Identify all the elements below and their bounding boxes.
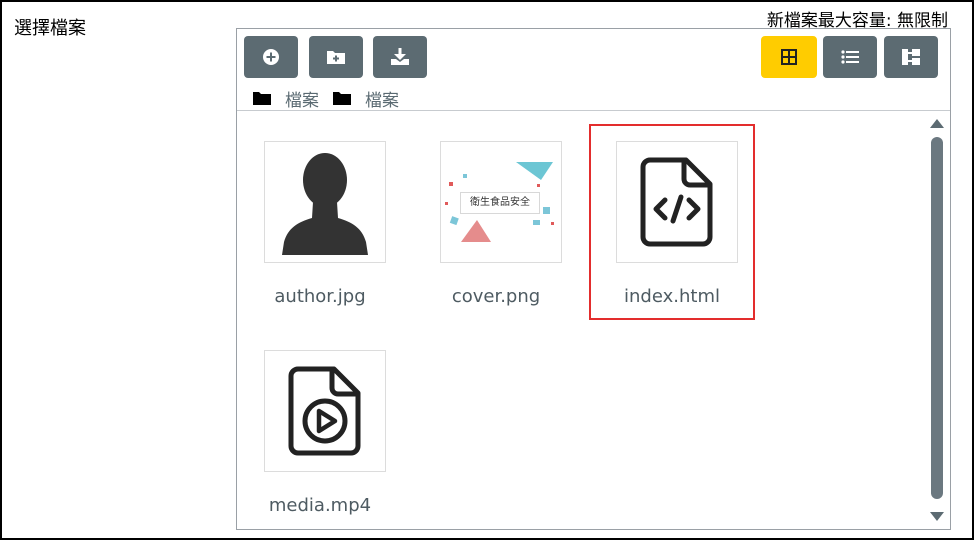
scroll-up-arrow-icon[interactable] — [930, 119, 944, 128]
file-thumbnail — [264, 350, 386, 472]
select-file-label: 選擇檔案 — [14, 18, 86, 39]
breadcrumb-label: 檔案 — [285, 90, 319, 111]
scrollbar[interactable] — [927, 115, 947, 525]
breadcrumb-item[interactable]: 檔案 — [253, 86, 319, 111]
video-file-icon — [288, 366, 361, 456]
folder-icon — [253, 92, 271, 105]
file-manager: 檔案 檔案 author.jpg 衛生食品安全 cover.png index.… — [236, 28, 951, 530]
grid-view-button[interactable] — [761, 36, 817, 78]
file-name: cover.png — [451, 286, 541, 307]
file-thumbnail — [264, 141, 386, 263]
grid-view-icon — [781, 49, 797, 65]
list-view-icon — [841, 50, 859, 64]
file-name: author.jpg — [274, 286, 366, 307]
list-view-button[interactable] — [823, 36, 877, 78]
toolbar: 檔案 檔案 — [237, 29, 950, 111]
folder-plus-icon — [327, 51, 345, 64]
scroll-down-arrow-icon[interactable] — [930, 512, 944, 521]
file-item[interactable]: author.jpg — [237, 124, 403, 320]
cover-caption: 衛生食品安全 — [460, 192, 540, 214]
cover-image: 衛生食品安全 — [441, 162, 561, 242]
file-thumbnail: 衛生食品安全 — [440, 141, 562, 263]
file-item-selected[interactable]: index.html — [589, 124, 755, 320]
download-icon — [391, 48, 409, 65]
new-folder-button[interactable] — [309, 36, 363, 78]
tree-view-button[interactable] — [884, 36, 938, 78]
add-file-button[interactable] — [244, 36, 298, 78]
file-name: index.html — [624, 286, 720, 307]
file-grid: author.jpg 衛生食品安全 cover.png index.html m… — [237, 112, 924, 529]
file-item[interactable]: media.mp4 — [237, 333, 403, 529]
folder-icon — [333, 92, 351, 105]
plus-circle-icon — [263, 49, 279, 65]
person-silhouette-icon — [282, 152, 368, 255]
breadcrumb-label: 檔案 — [365, 90, 399, 111]
file-thumbnail — [616, 141, 738, 263]
breadcrumb: 檔案 檔案 — [253, 86, 413, 111]
breadcrumb-item[interactable]: 檔案 — [333, 86, 399, 111]
file-item[interactable]: 衛生食品安全 cover.png — [413, 124, 579, 320]
file-picker-frame: 選擇檔案 新檔案最大容量: 無限制 檔案 檔案 author.jpg 衛生食品安… — [0, 0, 974, 540]
file-name: media.mp4 — [268, 495, 372, 516]
scrollbar-thumb[interactable] — [931, 137, 943, 499]
tree-view-icon — [902, 49, 920, 65]
code-file-icon — [640, 157, 713, 247]
download-button[interactable] — [373, 36, 427, 78]
